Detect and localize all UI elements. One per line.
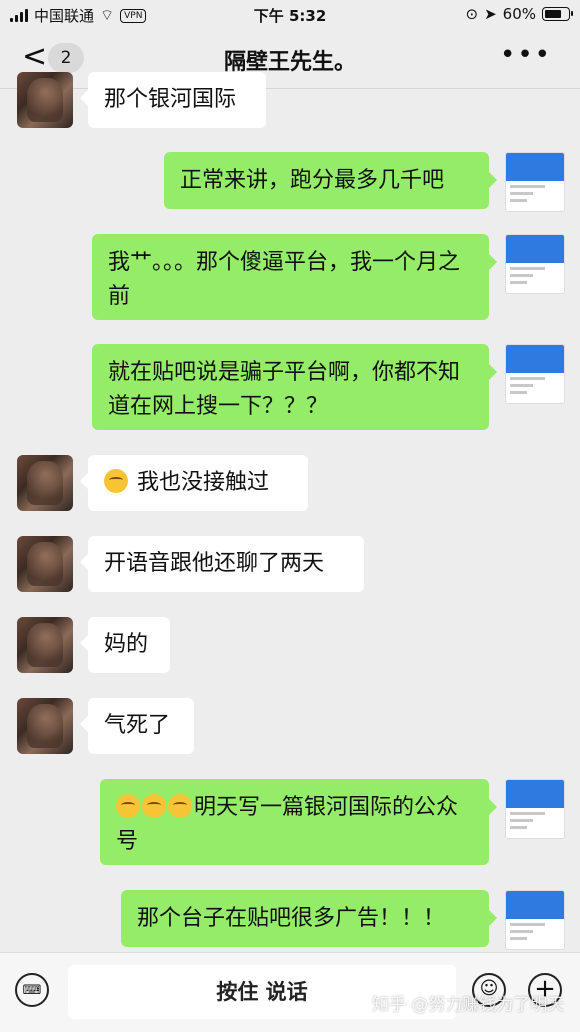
crying-laughing-emoji-icon [168, 794, 192, 818]
message-bubble-in[interactable]: 妈的 [80, 617, 170, 673]
message-bubble-out[interactable]: 明天写一篇银河国际的公众号 [100, 779, 497, 865]
message-bubble-out[interactable]: 我艹。。。那个傻逼平台，我一个月之前 [92, 234, 497, 320]
message-text: 那个台子在贴吧很多广告！！！ [137, 906, 446, 931]
message-bubble-out[interactable]: 正常来讲，跑分最多几千吧 [164, 152, 497, 209]
location-icon: ➤ [484, 5, 497, 23]
more-options-icon[interactable]: ••• [500, 40, 552, 70]
message-text: 那个银河国际 [104, 87, 237, 112]
message-bubble-in[interactable]: 开语音跟他还聊了两天 [80, 536, 364, 592]
contact-avatar[interactable] [17, 455, 73, 511]
keyboard-icon[interactable]: ⌨ [15, 973, 49, 1007]
chat-header: < 2 隔壁王先生。 ••• [0, 28, 580, 89]
my-avatar[interactable] [505, 344, 565, 404]
crying-laughing-emoji-icon [142, 794, 166, 818]
message-bubble-in[interactable]: 那个银河国际 [80, 72, 266, 128]
message-text: 就在贴吧说是骗子平台啊，你都不知道在网上搜一下？？？ [108, 360, 461, 419]
status-right: ⊙ ➤ 60% [465, 5, 573, 23]
message-text: 我也没接触过 [137, 470, 270, 495]
status-bar: 中国联通 ⌔ VPN 下午 5:32 ⊙ ➤ 60% [0, 0, 580, 28]
message-text: 气死了 [104, 713, 171, 738]
message-bubble-out[interactable]: 那个台子在贴吧很多广告！！！ [121, 890, 497, 947]
message-text: 开语音跟他还聊了两天 [104, 551, 325, 576]
message-bubble-in[interactable]: 我也没接触过 [80, 455, 308, 511]
my-avatar[interactable] [505, 152, 565, 212]
my-avatar[interactable] [505, 234, 565, 294]
message-bubble-in[interactable]: 气死了 [80, 698, 194, 754]
crying-laughing-emoji-icon [116, 794, 140, 818]
my-avatar[interactable] [505, 779, 565, 839]
battery-icon [542, 7, 573, 21]
message-bubble-out[interactable]: 就在贴吧说是骗子平台啊，你都不知道在网上搜一下？？？ [92, 344, 497, 430]
contact-avatar[interactable] [17, 536, 73, 592]
message-text: 正常来讲，跑分最多几千吧 [180, 168, 445, 193]
contact-avatar[interactable] [17, 617, 73, 673]
chat-title: 隔壁王先生。 [223, 50, 356, 75]
flushed-face-emoji-icon [104, 469, 128, 493]
my-avatar[interactable] [505, 890, 565, 950]
battery-percent: 60% [502, 5, 536, 23]
contact-avatar[interactable] [17, 72, 73, 128]
watermark: 知乎 @努力赚钱为了明天 [372, 995, 565, 1015]
message-text: 妈的 [104, 632, 149, 657]
message-text: 我艹。。。那个傻逼平台，我一个月之前 [108, 250, 461, 309]
contact-avatar[interactable] [17, 698, 73, 754]
rotation-lock-icon: ⊙ [465, 5, 479, 23]
